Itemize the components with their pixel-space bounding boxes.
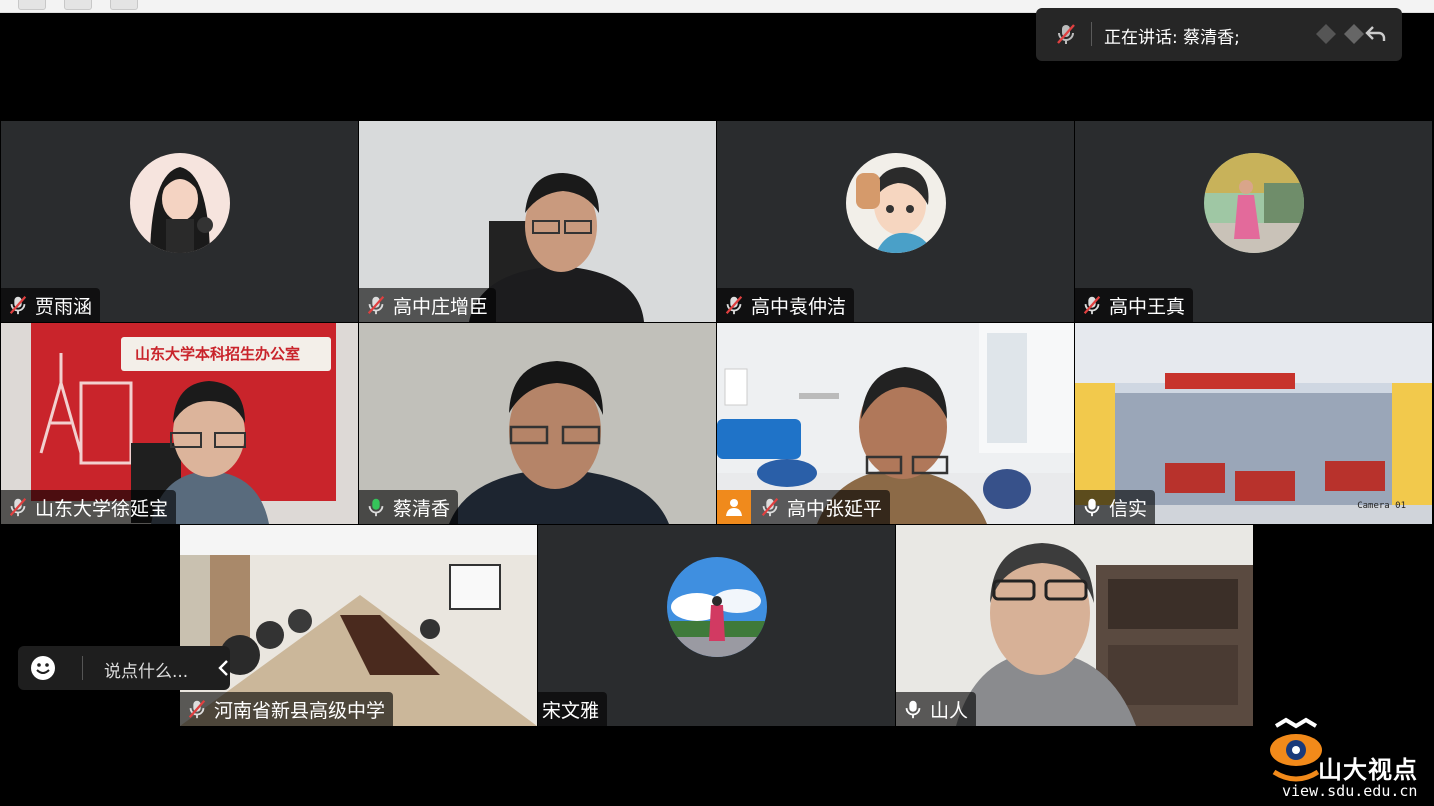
mic-muted-icon [725,296,743,315]
participant-name: 山东大学徐延宝 [35,497,169,520]
avatar [667,557,767,657]
participant-tile[interactable]: 高中庄增臣 [359,121,716,322]
watermark-logo: 山大视点 view.sdu.edu.cn [1264,716,1434,806]
participant-name: 蔡清香 [393,497,451,520]
divider [1091,22,1092,46]
participant-name-label: 山东大学徐延宝 [1,490,177,524]
toolbar-button[interactable] [64,0,92,10]
participant-name-label: 高中张延平 [717,490,891,524]
participant-tile[interactable]: 高中张延平 [717,323,1074,524]
participant-name: 高中王真 [1109,295,1186,318]
participant-name: 高中张延平 [787,497,883,520]
mic-speaking-icon [368,498,384,517]
mic-muted-icon [367,296,385,315]
active-speaker-label: 正在讲话: 蔡清香; [1104,28,1240,48]
divider [82,656,83,680]
participant-name: 宋文雅 [542,699,600,722]
mic-icon [905,700,921,719]
participant-tile-active-speaker[interactable]: 蔡清香 [359,323,716,524]
participant-tile[interactable]: 贾雨涵 [1,121,358,322]
mic-muted-icon [9,498,27,517]
eye-logo-icon [1270,717,1322,782]
background-banner-text: 山东大学本科招生办公室 [135,345,301,363]
watermark-url: view.sdu.edu.cn [1282,782,1418,800]
avatar [846,153,946,253]
participant-name-label: 宋文雅 [538,692,608,726]
participant-tile[interactable]: 山人 [896,525,1253,726]
participant-name-label: 蔡清香 [359,490,459,524]
layout-icon[interactable] [1314,22,1338,46]
participant-tile[interactable]: 宋文雅 [538,525,895,726]
mic-muted-icon [188,700,206,719]
participant-name-label: 山人 [896,692,977,726]
emoji-icon[interactable] [30,655,56,681]
participant-name: 信实 [1109,497,1148,520]
participant-name: 贾雨涵 [35,295,93,318]
avatar [1204,153,1304,253]
active-speaker-bar: 正在讲话: 蔡清香; [1036,8,1402,61]
participant-name: 河南省新县高级中学 [214,699,386,722]
participant-name-label: 高中庄增臣 [359,288,497,322]
participant-name: 山人 [930,699,969,722]
participant-tile[interactable]: 山东大学本科招生办公室 山东大学徐延宝 [1,323,358,524]
layout-icon[interactable] [1342,22,1366,46]
toolbar-button[interactable] [110,0,138,10]
participant-name-label: 高中王真 [1075,288,1194,322]
participant-tile[interactable]: 高中王真 [1075,121,1432,322]
chat-placeholder[interactable]: 说点什么... [104,657,188,682]
participant-tile[interactable]: 高中袁仲洁 [717,121,1074,322]
person-icon [717,490,751,524]
chat-input-bar[interactable]: 说点什么... [18,646,230,690]
mic-icon [1084,498,1100,517]
participant-name: 高中袁仲洁 [751,295,847,318]
mic-muted-icon [761,498,779,517]
toolbar-button[interactable] [18,0,46,10]
participant-tile[interactable]: Camera 01 信实 [1075,323,1432,524]
avatar [130,153,230,253]
participant-tile[interactable]: 河南省新县高级中学 [180,525,537,726]
participant-name-label: 信实 [1075,490,1156,524]
participant-name-label: 贾雨涵 [1,288,101,322]
participant-name: 高中庄增臣 [393,295,489,318]
watermark-brand: 山大视点 [1318,756,1418,784]
mic-muted-icon [1057,24,1075,44]
mic-muted-icon [9,296,27,315]
camera-overlay-text: Camera 01 [1357,501,1406,511]
chevron-left-icon[interactable] [216,658,232,678]
mic-muted-icon [1083,296,1101,315]
participant-name-label: 河南省新县高级中学 [180,692,394,726]
collapse-icon[interactable] [1364,22,1388,46]
participant-name-label: 高中袁仲洁 [717,288,855,322]
